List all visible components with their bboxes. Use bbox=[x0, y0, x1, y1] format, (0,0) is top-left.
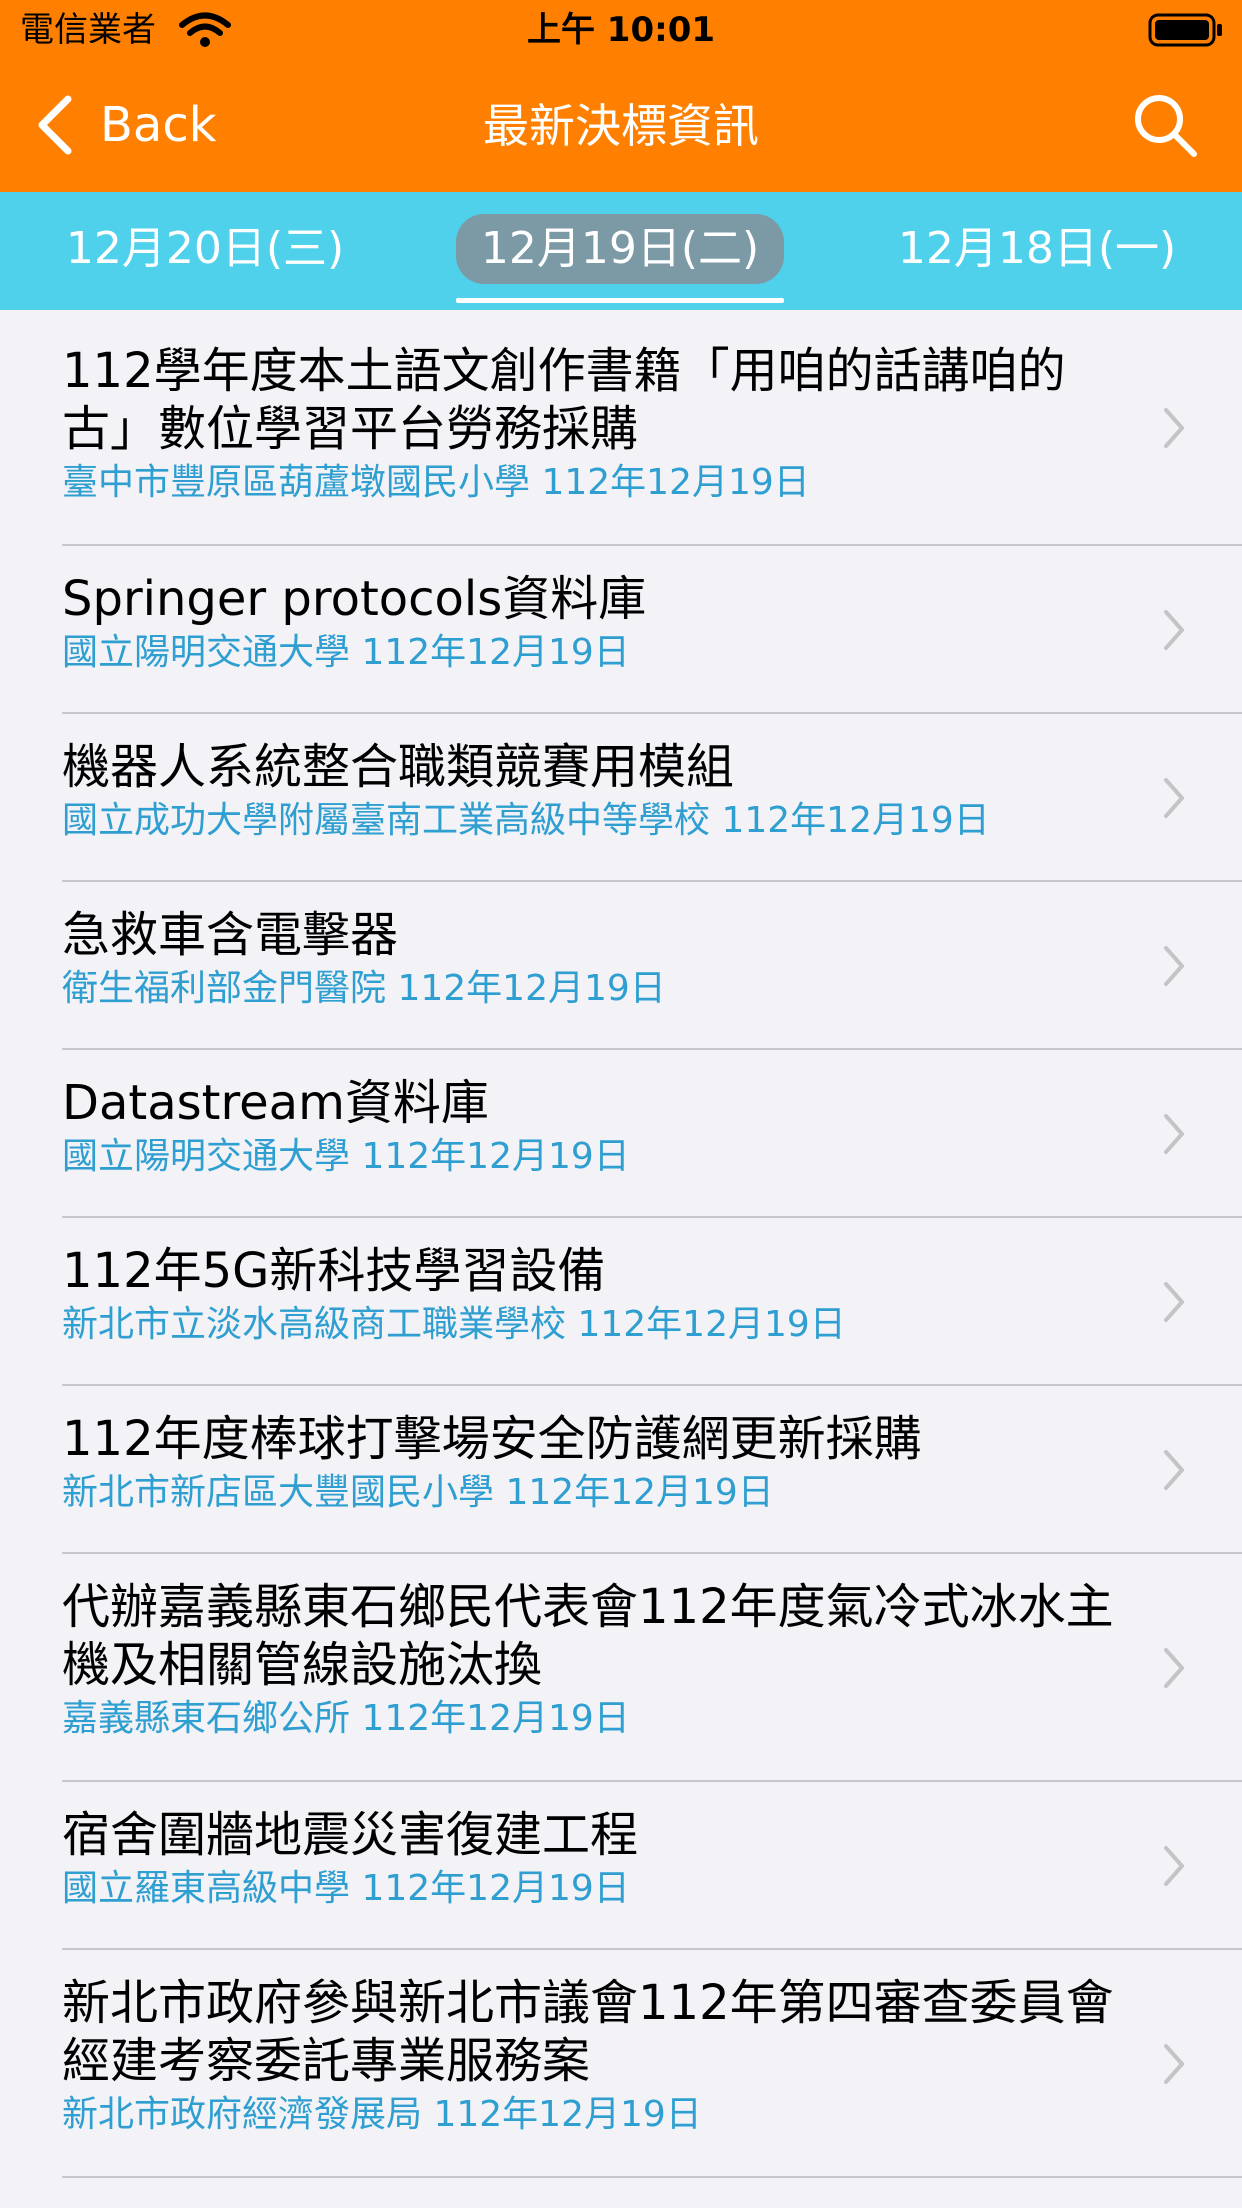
item-date: 112年12月19日 bbox=[361, 632, 630, 673]
item-subtitle: 國立陽明交通大學 112年12月19日 bbox=[62, 1132, 1132, 1182]
item-subtitle: 嘉義縣東石鄉公所 112年12月19日 bbox=[62, 1694, 1132, 1744]
item-title: 急救車含電擊器 bbox=[62, 907, 399, 963]
list-item[interactable]: 急救車含電擊器 衛生福利部金門醫院 112年12月19日 bbox=[0, 882, 1242, 1050]
item-agency: 國立成功大學附屬臺南工業高級中等學校 bbox=[62, 800, 711, 841]
item-title: 宿舍圍牆地震災害復建工程 bbox=[62, 1807, 639, 1863]
list-item[interactable]: 112年度棒球打擊場安全防護網更新採購 新北市新店區大豐國民小學 112年12月… bbox=[0, 1386, 1242, 1554]
item-title: 112學年度本土語文創作書籍「用咱的話講咱的古」數位學習平台勞務採購 bbox=[62, 343, 1066, 457]
item-title: 新北市政府參與新北市議會112年第四審查委員會經建考察委託專業服務案 bbox=[62, 1975, 1114, 2089]
item-agency: 嘉義縣東石鄉公所 bbox=[62, 1698, 351, 1739]
chevron-right-icon bbox=[1164, 1114, 1184, 1154]
item-subtitle: 新北市立淡水高級商工職業學校 112年12月19日 bbox=[62, 1300, 1132, 1350]
status-bar: 電信業者 上午 10:01 bbox=[0, 0, 1242, 60]
award-list: 112學年度本土語文創作書籍「用咱的話講咱的古」數位學習平台勞務採購 臺中市豐原… bbox=[0, 310, 1242, 2178]
list-item[interactable]: 新北市政府參與新北市議會112年第四審查委員會經建考察委託專業服務案 新北市政府… bbox=[0, 1950, 1242, 2178]
item-title: 機器人系統整合職類競賽用模組 bbox=[62, 739, 735, 795]
item-date: 112年12月19日 bbox=[433, 2094, 702, 2135]
item-date: 112年12月19日 bbox=[577, 1304, 846, 1345]
list-item[interactable]: 宿舍圍牆地震災害復建工程 國立羅東高級中學 112年12月19日 bbox=[0, 1782, 1242, 1950]
chevron-right-icon bbox=[1164, 2044, 1184, 2084]
chevron-right-icon bbox=[1164, 1282, 1184, 1322]
item-subtitle: 新北市新店區大豐國民小學 112年12月19日 bbox=[62, 1468, 1132, 1518]
item-date: 112年12月19日 bbox=[397, 968, 666, 1009]
chevron-right-icon bbox=[1164, 946, 1184, 986]
item-date: 112年12月19日 bbox=[361, 1136, 630, 1177]
item-subtitle: 新北市政府經濟發展局 112年12月19日 bbox=[62, 2090, 1132, 2140]
chevron-right-icon bbox=[1164, 1846, 1184, 1886]
battery-icon bbox=[1148, 13, 1222, 47]
navigation-bar: Back 最新決標資訊 bbox=[0, 60, 1242, 192]
item-title: Datastream資料庫 bbox=[62, 1075, 489, 1131]
item-subtitle: 衛生福利部金門醫院 112年12月19日 bbox=[62, 964, 1132, 1014]
item-title: 代辦嘉義縣東石鄉民代表會112年度氣冷式冰水主機及相關管線設施汰換 bbox=[62, 1579, 1114, 1693]
chevron-right-icon bbox=[1164, 408, 1184, 448]
date-tab-bar: 12月20日(三) 12月19日(二) 12月18日(一) bbox=[0, 192, 1242, 310]
active-tab-indicator bbox=[456, 298, 784, 303]
item-agency: 臺中市豐原區葫蘆墩國民小學 bbox=[62, 462, 531, 503]
item-title: 112年5G新科技學習設備 bbox=[62, 1243, 606, 1299]
list-item[interactable]: 112年5G新科技學習設備 新北市立淡水高級商工職業學校 112年12月19日 bbox=[0, 1218, 1242, 1386]
tab-date-1220[interactable]: 12月20日(三) bbox=[40, 214, 370, 284]
chevron-right-icon bbox=[1164, 778, 1184, 818]
item-date: 112年12月19日 bbox=[721, 800, 990, 841]
item-subtitle: 臺中市豐原區葫蘆墩國民小學 112年12月19日 bbox=[62, 458, 1132, 508]
item-date: 112年12月19日 bbox=[361, 1868, 630, 1909]
list-item[interactable]: 機器人系統整合職類競賽用模組 國立成功大學附屬臺南工業高級中等學校 112年12… bbox=[0, 714, 1242, 882]
page-title: 最新決標資訊 bbox=[483, 99, 759, 153]
item-title: Springer protocols資料庫 bbox=[62, 571, 647, 627]
item-date: 112年12月19日 bbox=[541, 462, 810, 503]
item-agency: 國立陽明交通大學 bbox=[62, 1136, 351, 1177]
item-agency: 新北市政府經濟發展局 bbox=[62, 2094, 423, 2135]
item-subtitle: 國立陽明交通大學 112年12月19日 bbox=[62, 628, 1132, 678]
tab-date-1218[interactable]: 12月18日(一) bbox=[872, 214, 1202, 284]
list-item[interactable]: 代辦嘉義縣東石鄉民代表會112年度氣冷式冰水主機及相關管線設施汰換 嘉義縣東石鄉… bbox=[0, 1554, 1242, 1782]
list-item[interactable]: Datastream資料庫 國立陽明交通大學 112年12月19日 bbox=[0, 1050, 1242, 1218]
item-subtitle: 國立成功大學附屬臺南工業高級中等學校 112年12月19日 bbox=[62, 796, 1132, 846]
chevron-right-icon bbox=[1164, 1648, 1184, 1688]
search-icon[interactable] bbox=[1132, 92, 1198, 158]
item-date: 112年12月19日 bbox=[505, 1472, 774, 1513]
item-subtitle: 國立羅東高級中學 112年12月19日 bbox=[62, 1864, 1132, 1914]
item-agency: 新北市立淡水高級商工職業學校 bbox=[62, 1304, 567, 1345]
status-time: 上午 10:01 bbox=[526, 10, 716, 50]
list-item[interactable]: 112學年度本土語文創作書籍「用咱的話講咱的古」數位學習平台勞務採購 臺中市豐原… bbox=[0, 310, 1242, 546]
tab-date-1219[interactable]: 12月19日(二) bbox=[456, 214, 784, 284]
list-item[interactable]: Springer protocols資料庫 國立陽明交通大學 112年12月19… bbox=[0, 546, 1242, 714]
item-agency: 新北市新店區大豐國民小學 bbox=[62, 1472, 495, 1513]
item-title: 112年度棒球打擊場安全防護網更新採購 bbox=[62, 1411, 922, 1467]
chevron-right-icon bbox=[1164, 1450, 1184, 1490]
item-date: 112年12月19日 bbox=[361, 1698, 630, 1739]
item-agency: 衛生福利部金門醫院 bbox=[62, 968, 387, 1009]
item-agency: 國立羅東高級中學 bbox=[62, 1868, 351, 1909]
chevron-right-icon bbox=[1164, 610, 1184, 650]
item-agency: 國立陽明交通大學 bbox=[62, 632, 351, 673]
